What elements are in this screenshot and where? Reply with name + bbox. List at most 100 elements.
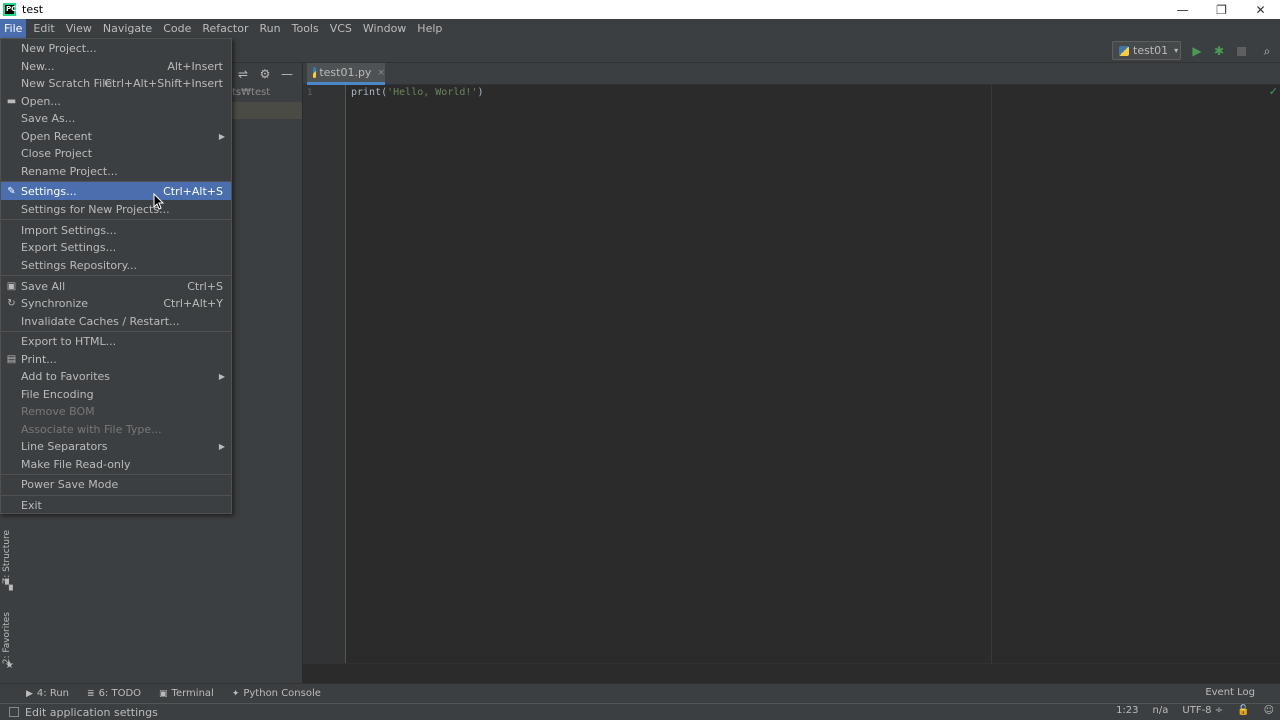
python-console-tool-tab[interactable]: ✦ Python Console — [232, 688, 321, 699]
menu-import-settings[interactable]: Import Settings... — [1, 221, 231, 239]
submenu-arrow-icon: ▶ — [218, 441, 225, 451]
menu-print[interactable]: ▤ Print... — [1, 350, 231, 368]
line-number: 1 — [307, 88, 313, 98]
menu-label: File Encoding — [21, 387, 94, 401]
menu-shortcut: Alt+Insert — [167, 59, 223, 73]
toggle-tool-windows-icon[interactable] — [9, 707, 19, 717]
stop-icon[interactable] — [1233, 43, 1249, 59]
menu-save-all[interactable]: ▣ Save All Ctrl+S — [1, 277, 231, 295]
menu-label: Remove BOM — [21, 404, 95, 418]
menu-add-to-favorites[interactable]: Add to Favorites ▶ — [1, 367, 231, 385]
menu-label: Settings Repository... — [21, 258, 138, 272]
python-console-label: Python Console — [243, 688, 321, 699]
title-bar: PC test — ❐ ✕ — [0, 0, 1280, 19]
collapse-all-icon[interactable]: ⇌ — [232, 67, 254, 81]
menu-label: Print... — [21, 352, 57, 366]
gear-icon[interactable]: ⚙ — [254, 67, 276, 81]
line-separator-status[interactable]: n/a — [1153, 705, 1169, 716]
run-configuration-selector[interactable]: test01 ▾ — [1112, 41, 1181, 60]
menu-new-scratch-file[interactable]: New Scratch File Ctrl+Alt+Shift+Insert — [1, 74, 231, 92]
search-icon[interactable]: ⌕ — [1259, 43, 1275, 59]
todo-tool-tab[interactable]: ≣ 6: TODO — [87, 688, 141, 699]
menu-new[interactable]: New... Alt+Insert — [1, 57, 231, 75]
event-log-tab[interactable]: Event Log — [1205, 687, 1255, 698]
menu-refactor[interactable]: Refactor — [198, 19, 252, 39]
favorites-tool-tab[interactable]: 2: Favorites — [2, 612, 12, 664]
python-console-icon: ✦ — [231, 688, 240, 699]
structure-tool-tab[interactable]: Z: Structure — [2, 530, 12, 584]
file-encoding-status[interactable]: UTF-8 ÷ — [1182, 705, 1223, 716]
mouse-cursor-icon — [153, 193, 165, 210]
menu-code[interactable]: Code — [159, 19, 195, 39]
menu-shortcut: Ctrl+Alt+Y — [163, 296, 223, 310]
menu-power-save-mode[interactable]: Power Save Mode — [1, 475, 231, 493]
hide-panel-icon[interactable]: — — [276, 67, 298, 81]
menu-save-as[interactable]: Save As... — [1, 109, 231, 127]
menu-synchronize[interactable]: ↻ Synchronize Ctrl+Alt+Y — [1, 294, 231, 312]
editor-horizontal-scroll — [303, 663, 1280, 683]
menu-file-encoding[interactable]: File Encoding — [1, 385, 231, 403]
menu-label: Import Settings... — [21, 223, 117, 237]
menu-invalidate-caches[interactable]: Invalidate Caches / Restart... — [1, 312, 231, 330]
menu-view[interactable]: View — [62, 19, 96, 39]
caret-position[interactable]: 1:23 — [1116, 705, 1138, 716]
menu-label: Save All — [21, 279, 66, 293]
status-bar: Edit application settings 1:23 n/a UTF-8… — [0, 703, 1280, 720]
minimize-button[interactable]: — — [1163, 0, 1202, 19]
maximize-button[interactable]: ❐ — [1202, 0, 1241, 19]
run-icon: ▶ — [26, 688, 33, 699]
run-icon[interactable]: ▶ — [1189, 43, 1205, 59]
menu-new-project[interactable]: New Project... — [1, 39, 231, 57]
debug-icon[interactable]: ✱ — [1211, 43, 1227, 59]
code-editor[interactable]: 1 print('Hello, World!') ✓ — [303, 85, 1280, 663]
menu-file[interactable]: File — [0, 19, 27, 39]
menu-label: Settings... — [21, 184, 77, 198]
menu-make-read-only[interactable]: Make File Read-only — [1, 455, 231, 473]
code-function: print( — [351, 87, 388, 98]
close-tab-icon[interactable]: × — [377, 68, 385, 78]
project-root-path[interactable]: ts₩test — [232, 87, 270, 98]
status-message: Edit application settings — [25, 705, 158, 719]
menu-label: Synchronize — [21, 296, 89, 310]
close-window-button[interactable]: ✕ — [1241, 0, 1280, 19]
python-file-icon — [313, 67, 317, 78]
menu-run[interactable]: Run — [256, 19, 285, 39]
menu-label: Export to HTML... — [21, 334, 117, 348]
window-controls: — ❐ ✕ — [1163, 0, 1280, 19]
menu-label: New... — [21, 59, 55, 73]
terminal-tool-tab[interactable]: ▣ Terminal — [159, 688, 214, 699]
lock-icon[interactable]: 🔓 — [1237, 705, 1249, 716]
bottom-tool-stripe: ▶ 4: Run ≣ 6: TODO ▣ Terminal ✦ Python Conso… — [0, 683, 1280, 703]
structure-icon: ▚ — [5, 580, 13, 591]
menu-open-recent[interactable]: Open Recent ▶ — [1, 127, 231, 145]
menu-open[interactable]: ▬ Open... — [1, 92, 231, 110]
menu-close-project[interactable]: Close Project — [1, 144, 231, 162]
run-tool-tab[interactable]: ▶ 4: Run — [26, 688, 69, 699]
status-widgets: 1:23 n/a UTF-8 ÷ 🔓 ☺ — [1102, 705, 1274, 716]
terminal-icon: ▣ — [159, 688, 168, 699]
menu-settings-repository[interactable]: Settings Repository... — [1, 256, 231, 274]
menu-settings-new-projects[interactable]: Settings for New Projects... — [1, 200, 231, 218]
menu-separator — [1, 275, 231, 276]
inspection-ok-icon: ✓ — [1268, 85, 1278, 98]
menu-edit[interactable]: Edit — [29, 19, 58, 39]
menu-associate-file-type: Associate with File Type... — [1, 420, 231, 438]
code-line[interactable]: print('Hello, World!') — [351, 87, 483, 98]
editor-tab-test01[interactable]: test01.py × — [307, 63, 385, 85]
python-file-icon — [1119, 45, 1129, 56]
menu-exit[interactable]: Exit — [1, 496, 231, 514]
menu-vcs[interactable]: VCS — [326, 19, 356, 39]
hector-inspector-icon[interactable]: ☺ — [1264, 705, 1274, 716]
menu-settings[interactable]: ✎ Settings... Ctrl+Alt+S — [1, 182, 231, 200]
menu-export-settings[interactable]: Export Settings... — [1, 238, 231, 256]
menu-label: New Project... — [21, 41, 97, 55]
menu-navigate[interactable]: Navigate — [99, 19, 156, 39]
menu-help[interactable]: Help — [413, 19, 446, 39]
menu-export-html[interactable]: Export to HTML... — [1, 332, 231, 350]
menu-label: Associate with File Type... — [21, 422, 162, 436]
menu-line-separators[interactable]: Line Separators ▶ — [1, 437, 231, 455]
menu-window[interactable]: Window — [359, 19, 410, 39]
menu-tools[interactable]: Tools — [288, 19, 323, 39]
project-tree-selected-row[interactable] — [232, 102, 302, 119]
menu-rename-project[interactable]: Rename Project... — [1, 162, 231, 180]
